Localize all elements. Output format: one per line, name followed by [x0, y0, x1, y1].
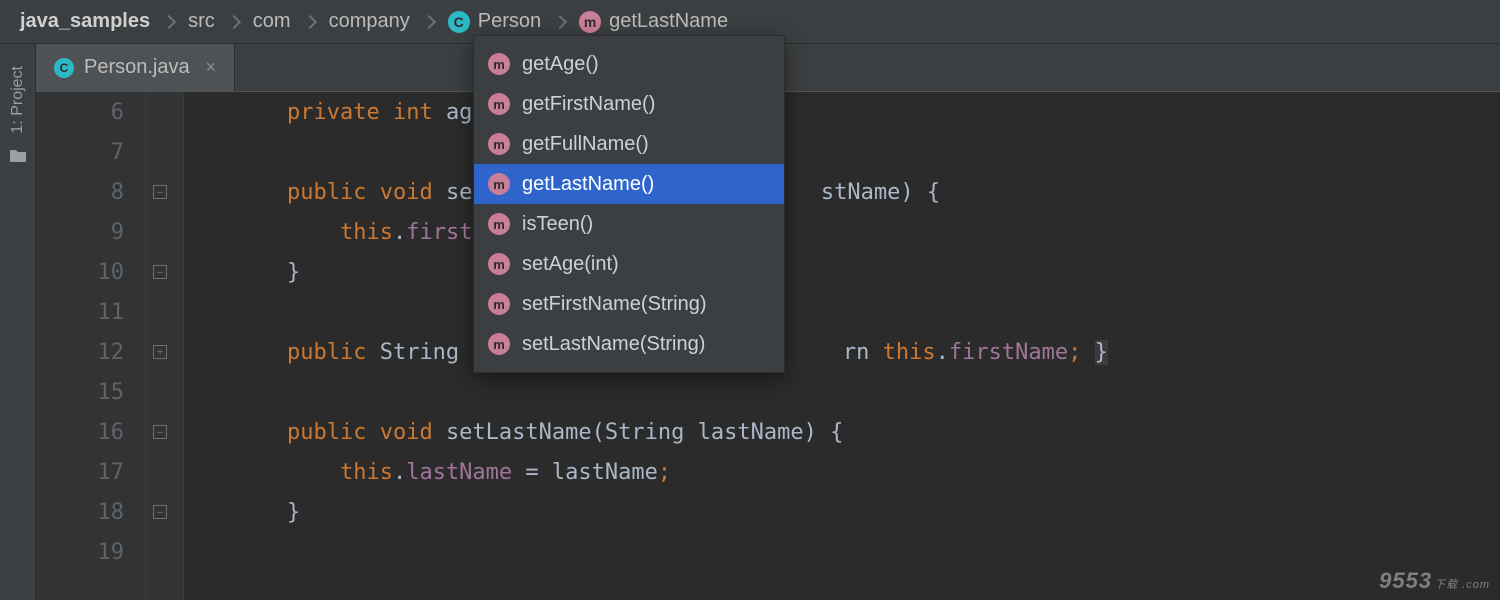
fold-toggle-icon[interactable]: –: [153, 185, 167, 199]
line-number: 10: [36, 252, 146, 292]
chevron-right-icon: [162, 14, 176, 28]
method-badge-icon: m: [488, 93, 510, 115]
dropdown-item-getage[interactable]: mgetAge(): [474, 44, 784, 84]
method-badge-icon: m: [488, 253, 510, 275]
tab-filename: Person.java: [84, 56, 190, 79]
line-number: 18: [36, 492, 146, 532]
method-badge-icon: m: [488, 333, 510, 355]
method-badge-icon: m: [488, 173, 510, 195]
chevron-right-icon: [227, 14, 241, 28]
fold-expand-icon[interactable]: +: [153, 345, 167, 359]
crumb-com[interactable]: com: [249, 10, 295, 33]
crumb-method[interactable]: m getLastName: [575, 10, 732, 33]
chevron-right-icon: [553, 14, 567, 28]
crumb-project[interactable]: java_samples: [16, 10, 154, 33]
line-number: 19: [36, 532, 146, 572]
chevron-right-icon: [303, 14, 317, 28]
crumb-src[interactable]: src: [184, 10, 219, 33]
chevron-right-icon: [422, 14, 436, 28]
folder-icon[interactable]: [8, 148, 28, 164]
dropdown-item-setfirstname[interactable]: msetFirstName(String): [474, 284, 784, 324]
method-badge-icon: m: [488, 213, 510, 235]
line-number: 11: [36, 292, 146, 332]
line-number: 15: [36, 372, 146, 412]
method-badge-icon: m: [579, 11, 601, 33]
crumb-company[interactable]: company: [325, 10, 414, 33]
method-badge-icon: m: [488, 133, 510, 155]
dropdown-item-getfullname[interactable]: mgetFullName(): [474, 124, 784, 164]
line-number: 12: [36, 332, 146, 372]
project-toolwindow-button[interactable]: 1: Project: [9, 66, 27, 134]
dropdown-item-getfirstname[interactable]: mgetFirstName(): [474, 84, 784, 124]
line-number: 8: [36, 172, 146, 212]
breadcrumb-members-dropdown[interactable]: mgetAge() mgetFirstName() mgetFullName()…: [473, 35, 785, 373]
crumb-class[interactable]: C Person: [444, 10, 545, 33]
dropdown-item-isteen[interactable]: misTeen(): [474, 204, 784, 244]
dropdown-item-setage[interactable]: msetAge(int): [474, 244, 784, 284]
dropdown-item-setlastname[interactable]: msetLastName(String): [474, 324, 784, 364]
line-number: 17: [36, 452, 146, 492]
method-badge-icon: m: [488, 293, 510, 315]
class-badge-icon: C: [54, 58, 74, 78]
line-number: 9: [36, 212, 146, 252]
left-toolstrip: 1: Project: [0, 44, 36, 600]
dropdown-item-getlastname[interactable]: mgetLastName(): [474, 164, 784, 204]
close-tab-icon[interactable]: ×: [206, 57, 217, 78]
line-number: 16: [36, 412, 146, 452]
watermark: 9553下载 .com: [1379, 568, 1490, 594]
class-badge-icon: C: [448, 11, 470, 33]
method-badge-icon: m: [488, 53, 510, 75]
line-number: 6: [36, 92, 146, 132]
editor-tab-person[interactable]: C Person.java ×: [36, 44, 235, 91]
code-area[interactable]: 6 private int age; 7 8 – public void set…: [184, 92, 1500, 600]
fold-toggle-icon[interactable]: –: [153, 425, 167, 439]
fold-toggle-icon[interactable]: –: [153, 265, 167, 279]
fold-toggle-icon[interactable]: –: [153, 505, 167, 519]
line-number: 7: [36, 132, 146, 172]
